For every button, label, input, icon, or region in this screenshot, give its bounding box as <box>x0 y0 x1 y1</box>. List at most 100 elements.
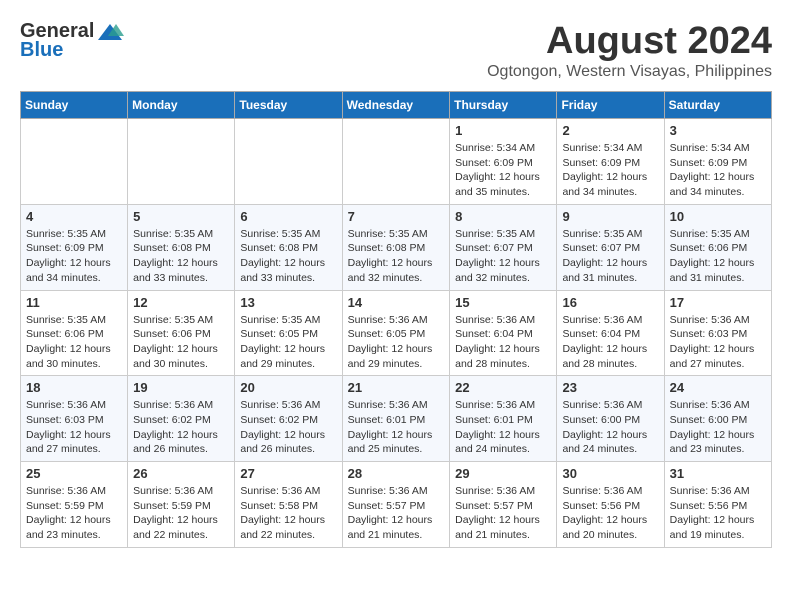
calendar-header-row: SundayMondayTuesdayWednesdayThursdayFrid… <box>21 92 772 119</box>
day-number: 2 <box>562 123 658 138</box>
calendar-cell <box>342 119 450 205</box>
calendar-cell: 17 Sunrise: 5:36 AM Sunset: 6:03 PM Dayli… <box>664 290 771 376</box>
day-number: 17 <box>670 295 766 310</box>
day-info: Sunrise: 5:35 AM Sunset: 6:06 PM Dayligh… <box>26 313 122 372</box>
day-info: Sunrise: 5:36 AM Sunset: 6:02 PM Dayligh… <box>133 398 229 457</box>
day-info: Sunrise: 5:36 AM Sunset: 6:03 PM Dayligh… <box>26 398 122 457</box>
day-info: Sunrise: 5:36 AM Sunset: 6:01 PM Dayligh… <box>455 398 551 457</box>
day-number: 22 <box>455 380 551 395</box>
logo-blue-text: Blue <box>20 39 63 61</box>
calendar-cell: 5Sunrise: 5:35 AM Sunset: 6:08 PM Daylig… <box>128 204 235 290</box>
day-number: 9 <box>562 209 658 224</box>
calendar-table: SundayMondayTuesdayWednesdayThursdayFrid… <box>20 91 772 548</box>
day-info: Sunrise: 5:36 AM Sunset: 6:04 PM Dayligh… <box>455 313 551 372</box>
calendar-week-row: 11 Sunrise: 5:35 AM Sunset: 6:06 PM Dayli… <box>21 290 772 376</box>
calendar-cell <box>128 119 235 205</box>
calendar-cell: 10Sunrise: 5:35 AM Sunset: 6:06 PM Dayli… <box>664 204 771 290</box>
day-info: Sunrise: 5:36 AM Sunset: 5:59 PM Dayligh… <box>133 484 229 543</box>
day-info: Sunrise: 5:36 AM Sunset: 5:59 PM Dayligh… <box>26 484 122 543</box>
day-number: 12 <box>133 295 229 310</box>
day-info: Sunrise: 5:36 AM Sunset: 5:58 PM Dayligh… <box>240 484 336 543</box>
calendar-cell: 21Sunrise: 5:36 AM Sunset: 6:01 PM Dayli… <box>342 376 450 462</box>
day-info: Sunrise: 5:36 AM Sunset: 6:00 PM Dayligh… <box>562 398 658 457</box>
day-info: Sunrise: 5:35 AM Sunset: 6:09 PM Dayligh… <box>26 227 122 286</box>
day-number: 3 <box>670 123 766 138</box>
day-number: 11 <box>26 295 122 310</box>
calendar-cell: 9 Sunrise: 5:35 AM Sunset: 6:07 PM Daylig… <box>557 204 664 290</box>
day-number: 29 <box>455 466 551 481</box>
day-info: Sunrise: 5:36 AM Sunset: 6:03 PM Dayligh… <box>670 313 766 372</box>
day-info: Sunrise: 5:34 AM Sunset: 6:09 PM Dayligh… <box>562 141 658 200</box>
day-info: Sunrise: 5:35 AM Sunset: 6:07 PM Dayligh… <box>562 227 658 286</box>
day-number: 19 <box>133 380 229 395</box>
calendar-cell: 27 Sunrise: 5:36 AM Sunset: 5:58 PM Dayli… <box>235 462 342 548</box>
day-info: Sunrise: 5:36 AM Sunset: 6:04 PM Dayligh… <box>562 313 658 372</box>
day-info: Sunrise: 5:35 AM Sunset: 6:06 PM Dayligh… <box>133 313 229 372</box>
day-number: 23 <box>562 380 658 395</box>
day-number: 6 <box>240 209 336 224</box>
day-info: Sunrise: 5:36 AM Sunset: 5:57 PM Dayligh… <box>455 484 551 543</box>
calendar-cell: 13 Sunrise: 5:35 AM Sunset: 6:05 PM Dayli… <box>235 290 342 376</box>
day-info: Sunrise: 5:35 AM Sunset: 6:06 PM Dayligh… <box>670 227 766 286</box>
day-number: 18 <box>26 380 122 395</box>
day-number: 24 <box>670 380 766 395</box>
day-info: Sunrise: 5:35 AM Sunset: 6:08 PM Dayligh… <box>240 227 336 286</box>
day-info: Sunrise: 5:36 AM Sunset: 6:02 PM Dayligh… <box>240 398 336 457</box>
calendar-cell: 16 Sunrise: 5:36 AM Sunset: 6:04 PM Dayli… <box>557 290 664 376</box>
day-number: 13 <box>240 295 336 310</box>
calendar-cell: 18 Sunrise: 5:36 AM Sunset: 6:03 PM Dayli… <box>21 376 128 462</box>
day-number: 25 <box>26 466 122 481</box>
day-number: 1 <box>455 123 551 138</box>
day-number: 27 <box>240 466 336 481</box>
calendar-cell <box>235 119 342 205</box>
calendar-cell: 14 Sunrise: 5:36 AM Sunset: 6:05 PM Dayli… <box>342 290 450 376</box>
calendar-cell: 3Sunrise: 5:34 AM Sunset: 6:09 PM Daylig… <box>664 119 771 205</box>
day-info: Sunrise: 5:36 AM Sunset: 6:00 PM Dayligh… <box>670 398 766 457</box>
day-number: 16 <box>562 295 658 310</box>
logo-icon <box>96 22 124 42</box>
calendar-cell: 29 Sunrise: 5:36 AM Sunset: 5:57 PM Dayli… <box>450 462 557 548</box>
calendar-cell: 19 Sunrise: 5:36 AM Sunset: 6:02 PM Dayli… <box>128 376 235 462</box>
calendar-week-row: 25 Sunrise: 5:36 AM Sunset: 5:59 PM Dayli… <box>21 462 772 548</box>
day-number: 8 <box>455 209 551 224</box>
day-number: 26 <box>133 466 229 481</box>
calendar-cell: 20Sunrise: 5:36 AM Sunset: 6:02 PM Dayli… <box>235 376 342 462</box>
day-number: 28 <box>348 466 445 481</box>
day-number: 14 <box>348 295 445 310</box>
day-info: Sunrise: 5:36 AM Sunset: 5:56 PM Dayligh… <box>670 484 766 543</box>
column-header-wednesday: Wednesday <box>342 92 450 119</box>
calendar-cell: 12 Sunrise: 5:35 AM Sunset: 6:06 PM Dayli… <box>128 290 235 376</box>
day-info: Sunrise: 5:35 AM Sunset: 6:05 PM Dayligh… <box>240 313 336 372</box>
calendar-cell: 24 Sunrise: 5:36 AM Sunset: 6:00 PM Dayli… <box>664 376 771 462</box>
column-header-monday: Monday <box>128 92 235 119</box>
day-number: 15 <box>455 295 551 310</box>
column-header-friday: Friday <box>557 92 664 119</box>
calendar-cell: 30Sunrise: 5:36 AM Sunset: 5:56 PM Dayli… <box>557 462 664 548</box>
calendar-cell: 23 Sunrise: 5:36 AM Sunset: 6:00 PM Dayli… <box>557 376 664 462</box>
day-number: 4 <box>26 209 122 224</box>
logo: General Blue <box>20 20 124 62</box>
location-subtitle: Ogtongon, Western Visayas, Philippines <box>487 63 772 81</box>
calendar-cell: 15 Sunrise: 5:36 AM Sunset: 6:04 PM Dayli… <box>450 290 557 376</box>
day-info: Sunrise: 5:36 AM Sunset: 6:01 PM Dayligh… <box>348 398 445 457</box>
calendar-cell: 2 Sunrise: 5:34 AM Sunset: 6:09 PM Daylig… <box>557 119 664 205</box>
day-number: 7 <box>348 209 445 224</box>
calendar-cell <box>21 119 128 205</box>
calendar-cell: 25 Sunrise: 5:36 AM Sunset: 5:59 PM Dayli… <box>21 462 128 548</box>
day-info: Sunrise: 5:36 AM Sunset: 6:05 PM Dayligh… <box>348 313 445 372</box>
calendar-week-row: 1 Sunrise: 5:34 AM Sunset: 6:09 PM Daylig… <box>21 119 772 205</box>
day-number: 5 <box>133 209 229 224</box>
day-info: Sunrise: 5:35 AM Sunset: 6:08 PM Dayligh… <box>348 227 445 286</box>
calendar-cell: 11 Sunrise: 5:35 AM Sunset: 6:06 PM Dayli… <box>21 290 128 376</box>
calendar-cell: 6 Sunrise: 5:35 AM Sunset: 6:08 PM Daylig… <box>235 204 342 290</box>
month-year-title: August 2024 <box>487 20 772 63</box>
calendar-cell: 7 Sunrise: 5:35 AM Sunset: 6:08 PM Daylig… <box>342 204 450 290</box>
day-number: 31 <box>670 466 766 481</box>
column-header-saturday: Saturday <box>664 92 771 119</box>
calendar-cell: 4 Sunrise: 5:35 AM Sunset: 6:09 PM Daylig… <box>21 204 128 290</box>
title-section: August 2024 Ogtongon, Western Visayas, P… <box>487 20 772 81</box>
calendar-week-row: 4 Sunrise: 5:35 AM Sunset: 6:09 PM Daylig… <box>21 204 772 290</box>
calendar-cell: 22 Sunrise: 5:36 AM Sunset: 6:01 PM Dayli… <box>450 376 557 462</box>
calendar-cell: 28Sunrise: 5:36 AM Sunset: 5:57 PM Dayli… <box>342 462 450 548</box>
column-header-sunday: Sunday <box>21 92 128 119</box>
